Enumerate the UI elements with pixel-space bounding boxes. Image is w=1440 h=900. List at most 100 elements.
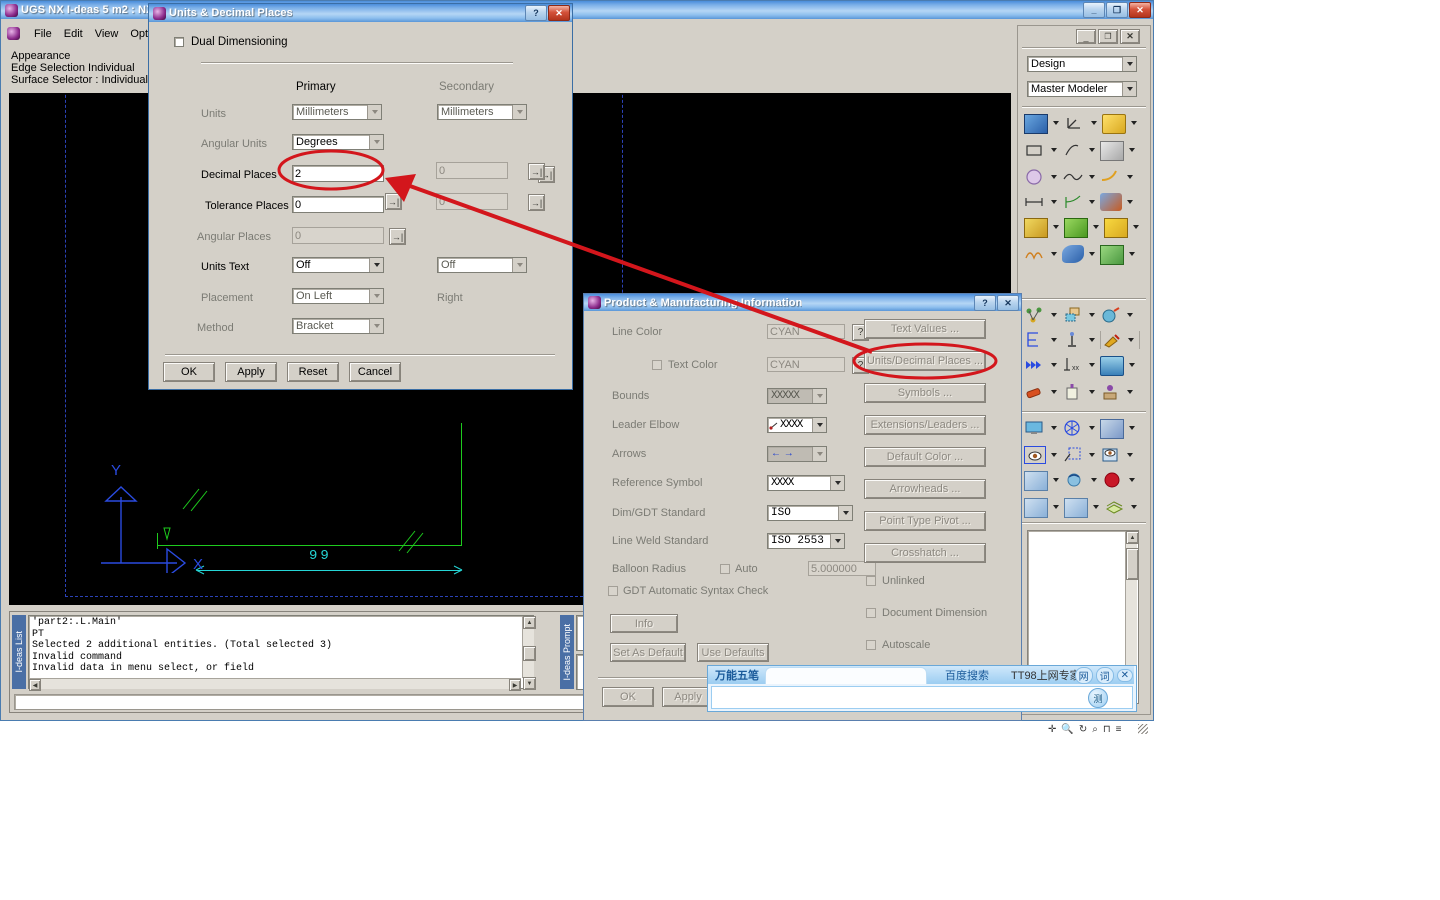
chevron-down-icon[interactable] xyxy=(1046,419,1062,437)
arrows-combo[interactable]: ← → xyxy=(767,446,827,462)
chevron-down-icon[interactable] xyxy=(812,389,826,403)
chevron-down-icon[interactable] xyxy=(1122,383,1138,401)
chevron-down-icon[interactable] xyxy=(1123,331,1140,349)
angular-units-combo[interactable]: Degrees xyxy=(292,134,384,150)
resize-grip[interactable] xyxy=(1138,724,1148,734)
crosshatch-button[interactable]: Crosshatch ... xyxy=(864,543,986,563)
display-icon[interactable] xyxy=(1024,419,1046,437)
chevron-down-icon[interactable] xyxy=(1048,114,1064,132)
chevron-down-icon[interactable] xyxy=(1046,193,1062,211)
minimize-button[interactable]: _ xyxy=(1083,2,1105,18)
dual-dimensioning-checkbox[interactable] xyxy=(174,37,184,47)
list-horizontal-scrollbar[interactable]: ◀ ▶ xyxy=(29,678,521,691)
extrude-solid-icon[interactable] xyxy=(1024,218,1048,238)
tolerance-places-stepper[interactable]: →| xyxy=(385,193,402,210)
dimension-icon[interactable] xyxy=(1024,193,1046,211)
view-eye-icon[interactable] xyxy=(1024,446,1046,464)
chevron-down-icon[interactable] xyxy=(1046,168,1062,186)
chevron-down-icon[interactable] xyxy=(830,534,844,548)
line-weld-standard-combo[interactable]: ISO 2553 xyxy=(767,533,845,549)
circle-sketch-icon[interactable] xyxy=(1024,168,1046,186)
chevron-down-icon[interactable] xyxy=(369,289,383,303)
chevron-down-icon[interactable] xyxy=(1084,446,1100,464)
scroll-up-arrow[interactable]: ▲ xyxy=(523,616,536,629)
ime-badge[interactable]: 测 xyxy=(1088,688,1108,708)
chevron-down-icon[interactable] xyxy=(1046,331,1062,349)
restore-button[interactable]: ❐ xyxy=(1106,2,1128,18)
dimension-line[interactable] xyxy=(197,570,461,571)
tolerance-places-secondary-stepper[interactable]: →| xyxy=(528,194,545,211)
close-button[interactable]: ✕ xyxy=(1129,2,1151,18)
sweep-icon[interactable] xyxy=(1024,245,1046,263)
spline-sketch-icon[interactable] xyxy=(1062,141,1084,159)
join-parts-icon[interactable] xyxy=(1100,193,1122,211)
info-button[interactable]: Info xyxy=(610,614,678,633)
set-as-default-button[interactable]: Set As Default xyxy=(610,643,686,662)
chevron-down-icon[interactable] xyxy=(1046,383,1062,401)
chevron-down-icon[interactable] xyxy=(1084,245,1100,263)
units-decimal-places-button[interactable]: Units/Decimal Places ... xyxy=(864,351,986,371)
reference-symbol-combo[interactable]: XXXX xyxy=(767,475,845,491)
pan-icon[interactable]: ✛ xyxy=(1048,724,1056,735)
autoscale-checkbox[interactable] xyxy=(866,640,876,650)
chevron-down-icon[interactable] xyxy=(1086,114,1102,132)
fillet-curve-icon[interactable] xyxy=(1100,168,1122,186)
construction-curve-icon[interactable] xyxy=(1062,193,1084,211)
paint-icon[interactable] xyxy=(1100,331,1123,349)
ideas-list-tab[interactable]: I-deas List xyxy=(12,615,26,689)
assembly-icon[interactable] xyxy=(1024,306,1046,324)
help-button[interactable]: ? xyxy=(525,5,547,21)
units-reset-button[interactable]: Reset xyxy=(287,362,339,382)
chevron-down-icon[interactable] xyxy=(1084,383,1100,401)
chevron-down-icon[interactable] xyxy=(1088,218,1104,236)
section-plane-icon[interactable] xyxy=(1100,141,1124,161)
method-combo[interactable]: Bracket xyxy=(292,318,384,334)
revolve-solid-icon[interactable] xyxy=(1064,218,1088,238)
application-selector[interactable]: Design xyxy=(1027,56,1137,72)
dim-gdt-standard-combo[interactable]: ISO xyxy=(767,505,853,521)
playback-icon[interactable] xyxy=(1024,356,1046,374)
chevron-down-icon[interactable] xyxy=(1048,471,1064,489)
ime-name-label[interactable]: 万能五笔 xyxy=(715,667,759,683)
chevron-down-icon[interactable] xyxy=(838,506,852,520)
rotate-icon[interactable] xyxy=(1064,471,1086,489)
default-color-button[interactable]: Default Color ... xyxy=(864,447,986,467)
chevron-down-icon[interactable] xyxy=(1122,193,1138,211)
ime-expert-label[interactable]: TT98上网专家 xyxy=(1011,667,1081,683)
chevron-down-icon[interactable] xyxy=(812,447,826,461)
zoom-area-icon[interactable] xyxy=(1062,446,1084,464)
chevron-down-icon[interactable] xyxy=(1048,498,1064,516)
symbols-button[interactable]: Symbols ... xyxy=(864,383,986,403)
chevron-down-icon[interactable] xyxy=(1046,141,1062,159)
menu-item-edit[interactable]: Edit xyxy=(64,28,83,40)
chevron-down-icon[interactable] xyxy=(1088,498,1104,516)
chevron-down-icon[interactable] xyxy=(1086,471,1102,489)
layers-icon[interactable] xyxy=(1104,498,1126,516)
chevron-down-icon[interactable] xyxy=(1084,356,1100,374)
placement-combo[interactable]: On Left xyxy=(292,288,384,304)
units-titlebar[interactable]: Units & Decimal Places ? ✕ xyxy=(149,4,572,22)
dual-dimensioning-row[interactable]: Dual Dimensioning xyxy=(174,36,288,48)
rectangle-sketch-icon[interactable] xyxy=(1024,141,1046,159)
chevron-down-icon[interactable] xyxy=(1122,446,1138,464)
ime-search-label[interactable]: 百度搜索 xyxy=(945,667,989,683)
view-right-icon[interactable] xyxy=(1064,498,1088,518)
gdt-syntax-checkbox[interactable] xyxy=(608,586,618,596)
scroll-thumb[interactable] xyxy=(1126,548,1139,580)
chevron-down-icon[interactable] xyxy=(367,105,381,119)
fit-icon[interactable]: ⊓ xyxy=(1103,724,1111,735)
chevron-down-icon[interactable] xyxy=(1084,141,1100,159)
panel-close-button[interactable]: ✕ xyxy=(1120,29,1140,44)
eraser-icon[interactable] xyxy=(1024,383,1046,401)
hide-show-icon[interactable] xyxy=(1100,446,1122,464)
pmi-titlebar[interactable]: Product & Manufacturing Information ? ✕ xyxy=(584,294,1021,311)
shell-solid-icon[interactable] xyxy=(1104,218,1128,238)
chevron-down-icon[interactable] xyxy=(1048,218,1064,236)
units-text-primary-combo[interactable]: Off xyxy=(292,257,384,273)
task-selector[interactable]: Master Modeler xyxy=(1027,81,1137,97)
chevron-down-icon[interactable] xyxy=(1084,168,1100,186)
workplane-axes-icon[interactable] xyxy=(1064,114,1086,132)
chevron-down-icon[interactable] xyxy=(1124,471,1140,489)
extensions-leaders-button[interactable]: Extensions/Leaders ... xyxy=(864,415,986,435)
dimension-value[interactable]: 99 xyxy=(309,548,332,564)
